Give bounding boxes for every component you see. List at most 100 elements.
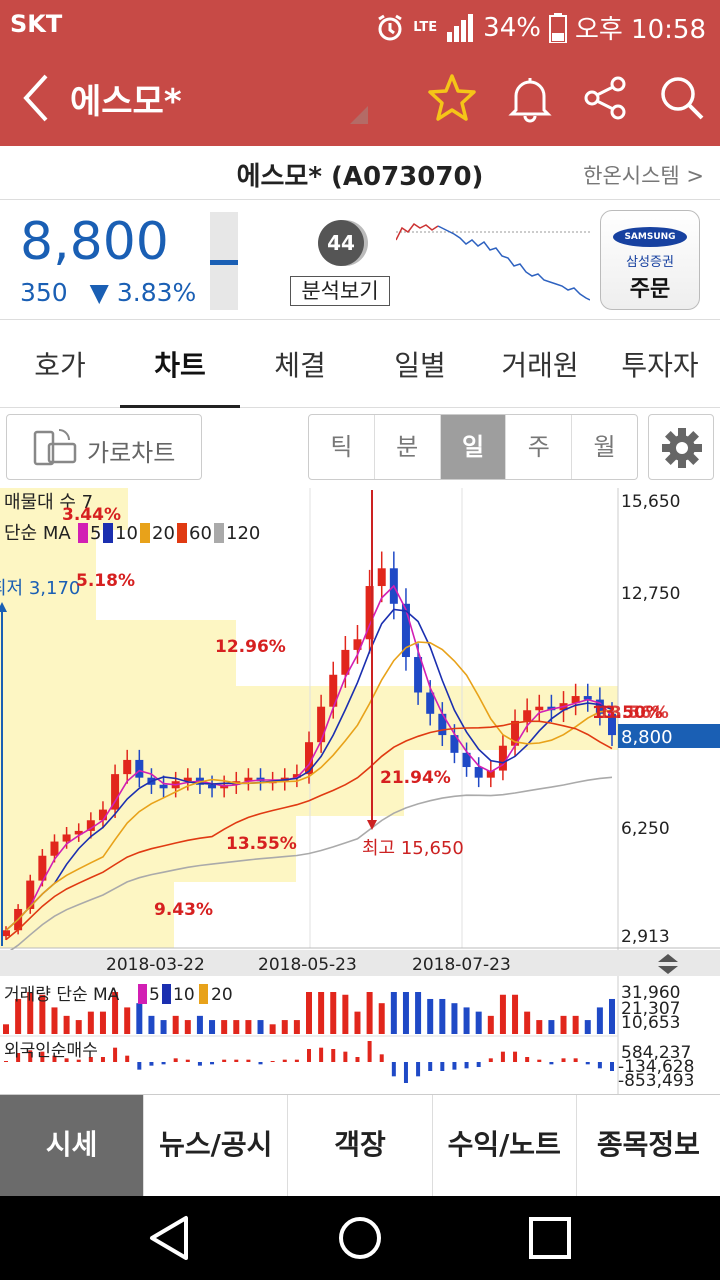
intraday-sparkline [396, 222, 590, 301]
volume-bar [99, 1011, 106, 1034]
home-nav-icon[interactable] [336, 1214, 384, 1262]
ma5-label: 5 [90, 523, 101, 544]
range-marker [210, 260, 238, 265]
volume-bar [124, 1007, 131, 1034]
foreign-bar [355, 1057, 360, 1062]
volume-bar [596, 1007, 603, 1034]
volume-bar [378, 1003, 385, 1034]
dropdown-triangle-icon[interactable] [350, 106, 368, 124]
analysis-score-badge[interactable]: 44 [318, 220, 364, 266]
nav-news[interactable]: 뉴스/공시 [144, 1095, 289, 1196]
price-chart[interactable]: 8,800 15,650 12,750 6,250 2,913 매물대 수 7 … [0, 488, 720, 1094]
analysis-button[interactable]: 분석보기 [290, 276, 390, 306]
foreign-bar [197, 1062, 202, 1066]
search-icon[interactable] [656, 72, 708, 124]
clock: 오후 10:58 [574, 15, 706, 45]
vol-ma20-label: 20 [211, 985, 233, 1005]
period-selector: 틱 분 일 주 월 [308, 414, 638, 480]
vol-tick-3: 10,653 [621, 1013, 680, 1033]
chart-controls: 가로차트 틱 분 일 주 월 [0, 408, 720, 490]
foreign-bar [561, 1058, 566, 1062]
landscape-chart-button[interactable]: 가로차트 [6, 414, 202, 480]
foreign-bar [319, 1047, 324, 1062]
volume-bar [160, 1020, 167, 1034]
candle-body [535, 706, 544, 711]
volume-bar [499, 994, 506, 1034]
foreign-bar [403, 1062, 408, 1083]
nav-quote[interactable]: 시세 [0, 1095, 145, 1196]
volume-bar [293, 1020, 300, 1034]
vp-pct-4: 21.94% [380, 768, 451, 788]
volume-bar [463, 1007, 470, 1034]
back-nav-icon[interactable] [146, 1214, 194, 1262]
foreign-bar [416, 1062, 421, 1077]
signal-icon [447, 13, 474, 42]
tab-chart[interactable]: 차트 [120, 344, 240, 384]
star-icon[interactable] [426, 72, 478, 124]
tab-investors[interactable]: 투자자 [600, 344, 720, 384]
foreign-bar [549, 1062, 554, 1065]
nav-stock-info[interactable]: 종목정보 [577, 1095, 720, 1196]
foreign-bar [294, 1059, 299, 1062]
tab-brokers[interactable]: 거래원 [480, 344, 600, 384]
related-stock-link[interactable]: 한온시스템 > [583, 160, 704, 190]
day-range-bar [210, 212, 238, 310]
vol-ma10-swatch [162, 984, 171, 1004]
tab-hoga[interactable]: 호가 [0, 344, 120, 384]
volume-bar [281, 1020, 288, 1034]
period-tick[interactable]: 틱 [309, 415, 375, 479]
volume-bar [306, 992, 312, 1034]
share-icon[interactable] [580, 72, 632, 124]
ma120-label: 120 [226, 523, 260, 544]
volume-bar [136, 1003, 143, 1034]
volume-bar [196, 1015, 203, 1034]
volume-bar [415, 992, 422, 1034]
period-month[interactable]: 월 [572, 415, 637, 479]
candle-body [50, 841, 59, 856]
status-bar: SKT LTE 34% 오후 10:58 [0, 0, 720, 50]
foreign-bar [149, 1062, 154, 1066]
candle-body [2, 930, 10, 937]
foreign-bar [488, 1058, 493, 1062]
ma60-swatch [177, 523, 187, 543]
ma20-swatch [140, 523, 150, 543]
period-minute[interactable]: 분 [375, 415, 441, 479]
candle-body [123, 759, 132, 775]
tab-daily[interactable]: 일별 [360, 344, 480, 384]
period-week[interactable]: 주 [506, 415, 573, 479]
foreign-bar [525, 1057, 530, 1062]
recents-nav-icon[interactable] [526, 1214, 574, 1262]
high-annotation: 최고 15,650 [362, 838, 464, 859]
bottom-navigation: 시세 뉴스/공시 객장 수익/노트 종목정보 [0, 1094, 720, 1196]
bell-icon[interactable] [504, 72, 556, 124]
x-label-1: 2018-03-22 [106, 955, 205, 975]
back-arrow-icon[interactable] [16, 70, 56, 126]
vp-pct-2: 5.18% [76, 571, 135, 591]
volume-bar [560, 1015, 567, 1034]
y-tick-6250: 6,250 [621, 819, 670, 839]
volume-bar [524, 1011, 531, 1034]
volume-bar [148, 1015, 155, 1034]
foreign-bar [258, 1062, 263, 1065]
nav-profit-note[interactable]: 수익/노트 [433, 1095, 577, 1196]
low-annotation: 최저 3,170 [0, 578, 80, 599]
nav-lounge[interactable]: 객장 [288, 1095, 433, 1196]
vol-ma20-swatch [199, 984, 208, 1004]
foreign-bar [343, 1051, 348, 1062]
chart-settings-button[interactable] [648, 414, 714, 480]
period-day[interactable]: 일 [440, 415, 507, 479]
volume-bar [172, 1015, 179, 1034]
volume-bar [548, 1020, 555, 1034]
tab-trades[interactable]: 체결 [240, 344, 360, 384]
volume-bar [354, 1011, 361, 1034]
vol-ma10-label: 10 [173, 985, 195, 1005]
foreign-bar [161, 1062, 166, 1065]
candle-body [317, 706, 326, 743]
ma10-label: 10 [115, 523, 138, 544]
main-tabs: 호가 차트 체결 일별 거래원 투자자 [0, 320, 720, 408]
foreign-bar [597, 1062, 602, 1069]
volume-bar [330, 992, 337, 1034]
order-button[interactable]: SAMSUNG 삼성증권 주문 [600, 210, 700, 310]
page-title[interactable]: 에스모* [70, 74, 182, 123]
foreign-bar [234, 1059, 239, 1062]
